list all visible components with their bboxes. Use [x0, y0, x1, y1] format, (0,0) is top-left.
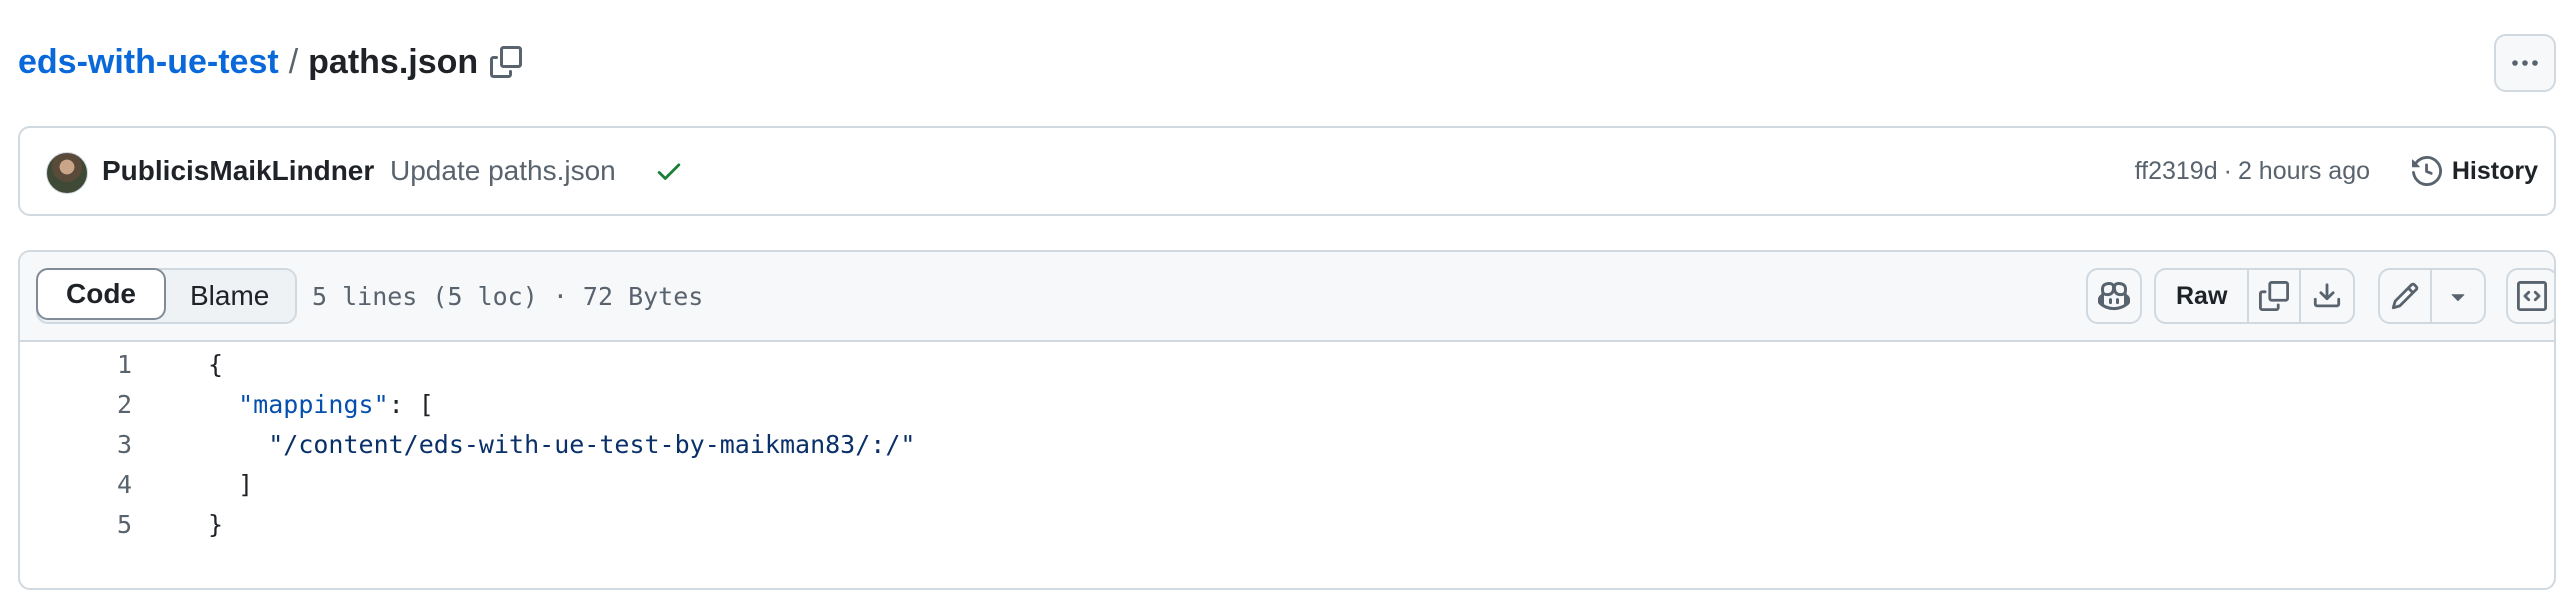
edit-actions-group — [2378, 268, 2486, 324]
breadcrumb-separator: / — [288, 42, 299, 81]
copy-raw-button[interactable] — [2249, 270, 2302, 322]
history-icon — [2411, 156, 2442, 186]
line-content: { — [208, 349, 224, 379]
commit-sha[interactable]: ff2319d — [2135, 157, 2218, 186]
code-square-icon — [2517, 281, 2547, 311]
download-icon — [2314, 283, 2341, 308]
file-name: paths.json — [308, 42, 479, 81]
file-info: 5 lines (5 loc) · 72 Bytes — [312, 281, 704, 311]
tab-blame[interactable]: Blame — [164, 270, 295, 322]
view-toggle: Code Blame — [36, 268, 298, 324]
avatar[interactable] — [46, 152, 88, 194]
copilot-icon — [2098, 281, 2130, 311]
code-view: 1 { 2 "mappings": [ 3 "/content/eds-with… — [20, 344, 2554, 544]
tab-code[interactable]: Code — [36, 268, 166, 320]
code-line: 2 "mappings": [ — [20, 384, 2554, 424]
line-content: "mappings": [ — [132, 390, 434, 419]
file-header: Code Blame 5 lines (5 loc) · 72 Bytes Ra… — [20, 252, 2554, 342]
commit-meta: ff2319d · 2 hours ago — [2135, 128, 2370, 214]
history-button[interactable]: History — [2411, 128, 2538, 214]
code-line: 4 ] — [20, 464, 2554, 504]
symbols-panel-button[interactable] — [2506, 268, 2554, 324]
line-number[interactable]: 4 — [20, 470, 132, 499]
commit-author[interactable]: PublicisMaikLindner — [102, 128, 374, 214]
line-number[interactable]: 3 — [20, 430, 132, 459]
line-number[interactable]: 2 — [20, 390, 132, 419]
line-content: "/content/eds-with-ue-test-by-maikman83/… — [132, 430, 915, 459]
copy-icon — [2259, 281, 2290, 311]
commit-message[interactable]: Update paths.json — [390, 128, 616, 214]
edit-dropdown-button[interactable] — [2432, 270, 2484, 322]
line-number[interactable]: 1 — [20, 350, 132, 379]
line-content: ] — [208, 469, 254, 499]
file-viewer: Code Blame 5 lines (5 loc) · 72 Bytes Ra… — [18, 250, 2556, 590]
history-label: History — [2451, 156, 2538, 185]
code-line: 5 } — [20, 504, 2554, 544]
triangle-down-icon — [2451, 294, 2465, 302]
copy-icon — [490, 46, 522, 78]
code-line: 3 "/content/eds-with-ue-test-by-maikman8… — [20, 424, 2554, 464]
latest-commit-bar: PublicisMaikLindner Update paths.json ff… — [18, 126, 2556, 216]
check-icon[interactable] — [654, 156, 684, 186]
line-content: } — [208, 509, 224, 539]
raw-label: Raw — [2176, 281, 2228, 310]
code-line: 1 { — [20, 344, 2554, 384]
kebab-horizontal-icon — [2512, 60, 2538, 66]
raw-button[interactable]: Raw — [2156, 270, 2250, 322]
copilot-button[interactable] — [2086, 268, 2142, 324]
json-punctuation: : [ — [388, 389, 434, 419]
pencil-icon — [2391, 282, 2419, 310]
commit-time: 2 hours ago — [2237, 156, 2370, 185]
meta-separator: · — [2223, 156, 2232, 185]
line-number[interactable]: 5 — [20, 510, 132, 539]
download-button[interactable] — [2301, 270, 2353, 322]
repo-link[interactable]: eds-with-ue-test — [18, 43, 279, 82]
raw-actions-group: Raw — [2154, 268, 2356, 324]
json-string: "/content/eds-with-ue-test-by-maikman83/… — [268, 429, 916, 459]
edit-button[interactable] — [2380, 270, 2432, 322]
copy-path-button[interactable] — [486, 42, 526, 82]
breadcrumb: eds-with-ue-test / paths.json — [18, 38, 478, 86]
more-options-button[interactable] — [2494, 34, 2556, 92]
json-key: "mappings" — [238, 389, 389, 419]
